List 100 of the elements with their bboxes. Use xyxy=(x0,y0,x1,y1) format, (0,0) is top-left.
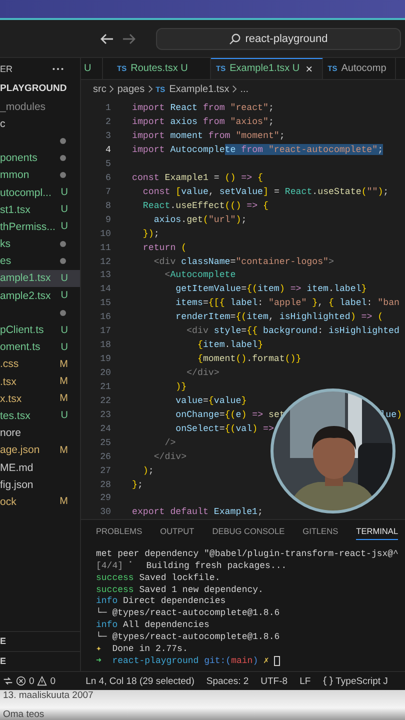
code-line: )} xyxy=(174,380,187,392)
line-number: 11 xyxy=(99,242,111,253)
line-number: 25 xyxy=(99,436,111,448)
line-number: 28 xyxy=(99,478,111,490)
file-item[interactable]: ME.md xyxy=(0,458,80,476)
file-item[interactable]: ks xyxy=(0,236,80,253)
code-line: }); xyxy=(142,228,160,239)
file-item[interactable]: fig.json xyxy=(0,476,80,494)
remote-icon[interactable] xyxy=(3,676,13,686)
file-item[interactable]: oment.ts U xyxy=(0,338,80,356)
file-item[interactable]: pClient.ts U xyxy=(0,321,80,339)
file-item[interactable]: utocompl... U xyxy=(0,184,80,202)
line-number: 1 xyxy=(104,102,111,114)
line-number: 24 xyxy=(99,422,111,434)
forward-arrow-icon[interactable] xyxy=(122,32,136,44)
chevron-icon xyxy=(232,85,238,94)
line-number: 22 xyxy=(99,394,111,406)
file-item[interactable]: .css M xyxy=(0,356,80,373)
search-field[interactable]: react-playground xyxy=(156,28,401,50)
chevron-icon xyxy=(148,85,153,94)
sidebar-title: ER xyxy=(0,64,13,74)
code-line: {moment().format()} xyxy=(196,353,302,364)
line-number: 30 xyxy=(99,506,111,518)
file-item[interactable]: tes.tsx U xyxy=(0,407,80,425)
line-number: 4 xyxy=(104,144,111,156)
terminal-line: met peer dependency "@babel/plugin-transform-react-jsx@^ xyxy=(96,548,398,559)
git-status: M xyxy=(60,496,68,508)
git-status: M xyxy=(60,393,68,404)
code-line: import moment from "moment"; xyxy=(132,130,285,142)
git-status: U xyxy=(60,342,68,353)
git-status: U xyxy=(60,272,68,284)
terminal-line: └─ @types/react-autocomplete@1.8.6 xyxy=(96,608,280,618)
breadcrumb-item[interactable]: src xyxy=(93,84,106,95)
git-status: U xyxy=(60,204,68,216)
terminal-line: info Direct dependencies xyxy=(96,596,226,606)
panel-tab[interactable]: OUTPUT xyxy=(160,521,194,540)
terminal-line: [4/4] ⠁ Building fresh packages... xyxy=(96,560,287,572)
file-item[interactable]: ponents xyxy=(0,150,80,167)
status-item[interactable]: LF xyxy=(300,676,311,686)
status-item[interactable]: UTF-8 xyxy=(260,676,288,686)
line-number: 20 xyxy=(99,367,111,378)
line-number: 18 xyxy=(99,339,111,350)
status-item[interactable]: Spaces: 2 xyxy=(206,676,249,686)
line-number: 10 xyxy=(99,228,111,239)
status-item[interactable]: Ln 4, Col 18 (29 selected) xyxy=(86,676,194,686)
breadcrumb-item[interactable]: pages xyxy=(117,84,145,95)
code-line: axios.get("url"); xyxy=(152,214,247,225)
code-line: getItemValue={(item) => item.label} xyxy=(174,283,367,294)
file-item[interactable]: mmon xyxy=(0,166,80,184)
collapsed-section[interactable]: E xyxy=(0,631,80,651)
file-item[interactable]: es xyxy=(0,252,80,270)
code-line: return ( xyxy=(142,242,187,253)
terminal-line: success Saved 1 new dependency. xyxy=(96,584,264,594)
code-line: }; xyxy=(132,478,143,490)
search-icon xyxy=(229,32,242,44)
code-line: </div> xyxy=(152,450,187,462)
braces-icon xyxy=(322,676,333,686)
panel-tab[interactable]: PROBLEMS xyxy=(96,521,142,540)
line-number: 15 xyxy=(99,297,111,308)
file-item[interactable]: nore xyxy=(0,424,80,442)
file-item[interactable]: ample1.tsx U xyxy=(0,270,80,288)
chevron-icon xyxy=(109,85,114,94)
breadcrumb-more[interactable]: ... xyxy=(240,84,249,95)
file-item[interactable]: c xyxy=(0,115,80,132)
file-item[interactable]: .tsx M xyxy=(0,373,80,390)
code-line: onSelect={(val) => xyxy=(174,422,274,434)
panel-tab[interactable]: DEBUG CONSOLE xyxy=(212,521,285,540)
file-item[interactable]: st1.tsx U xyxy=(0,201,80,218)
code-line: <div className="container-logos"> xyxy=(152,256,334,267)
git-status: U xyxy=(60,290,68,302)
code-line: </div> xyxy=(186,367,220,378)
editor-tab[interactable]: U xyxy=(81,58,103,79)
code-line: renderItem={(item, isHighlighted) => ( xyxy=(174,311,384,322)
change-dot-icon xyxy=(60,155,66,162)
panel-tab[interactable]: GITLENS xyxy=(302,521,338,540)
file-item[interactable]: age.json M xyxy=(0,442,80,459)
error-count[interactable]: 0 xyxy=(29,676,34,686)
line-number: 26 xyxy=(99,450,111,462)
file-item[interactable]: x.tsx M xyxy=(0,390,80,408)
file-item[interactable]: thPermiss... U xyxy=(0,218,80,236)
line-number: 27 xyxy=(99,464,111,476)
terminal-line: info All dependencies xyxy=(96,620,210,630)
warning-count[interactable]: 0 xyxy=(50,676,56,686)
line-number: 29 xyxy=(99,492,111,504)
change-dot-icon xyxy=(60,241,66,248)
more-icon[interactable] xyxy=(52,67,64,71)
code-line: value={value} xyxy=(174,394,247,406)
panel-tab[interactable]: TERMINAL xyxy=(356,521,398,540)
file-item[interactable]: ample2.tsx U xyxy=(0,287,80,304)
git-status: U xyxy=(60,324,68,336)
code-line: <Autocomplete xyxy=(164,269,236,280)
file-item[interactable]: _modules xyxy=(0,98,80,116)
terminal-line: └─ @types/react-autocomplete@1.8.6 xyxy=(96,632,280,642)
back-arrow-icon[interactable] xyxy=(100,32,114,44)
line-number: 2 xyxy=(104,116,111,128)
project-folder[interactable]: PLAYGROUND xyxy=(0,80,80,98)
line-number: 23 xyxy=(99,408,111,420)
file-item[interactable]: ock M xyxy=(0,493,80,510)
status-item[interactable]: TypeScript J xyxy=(336,676,388,686)
line-number: 5 xyxy=(104,158,111,169)
